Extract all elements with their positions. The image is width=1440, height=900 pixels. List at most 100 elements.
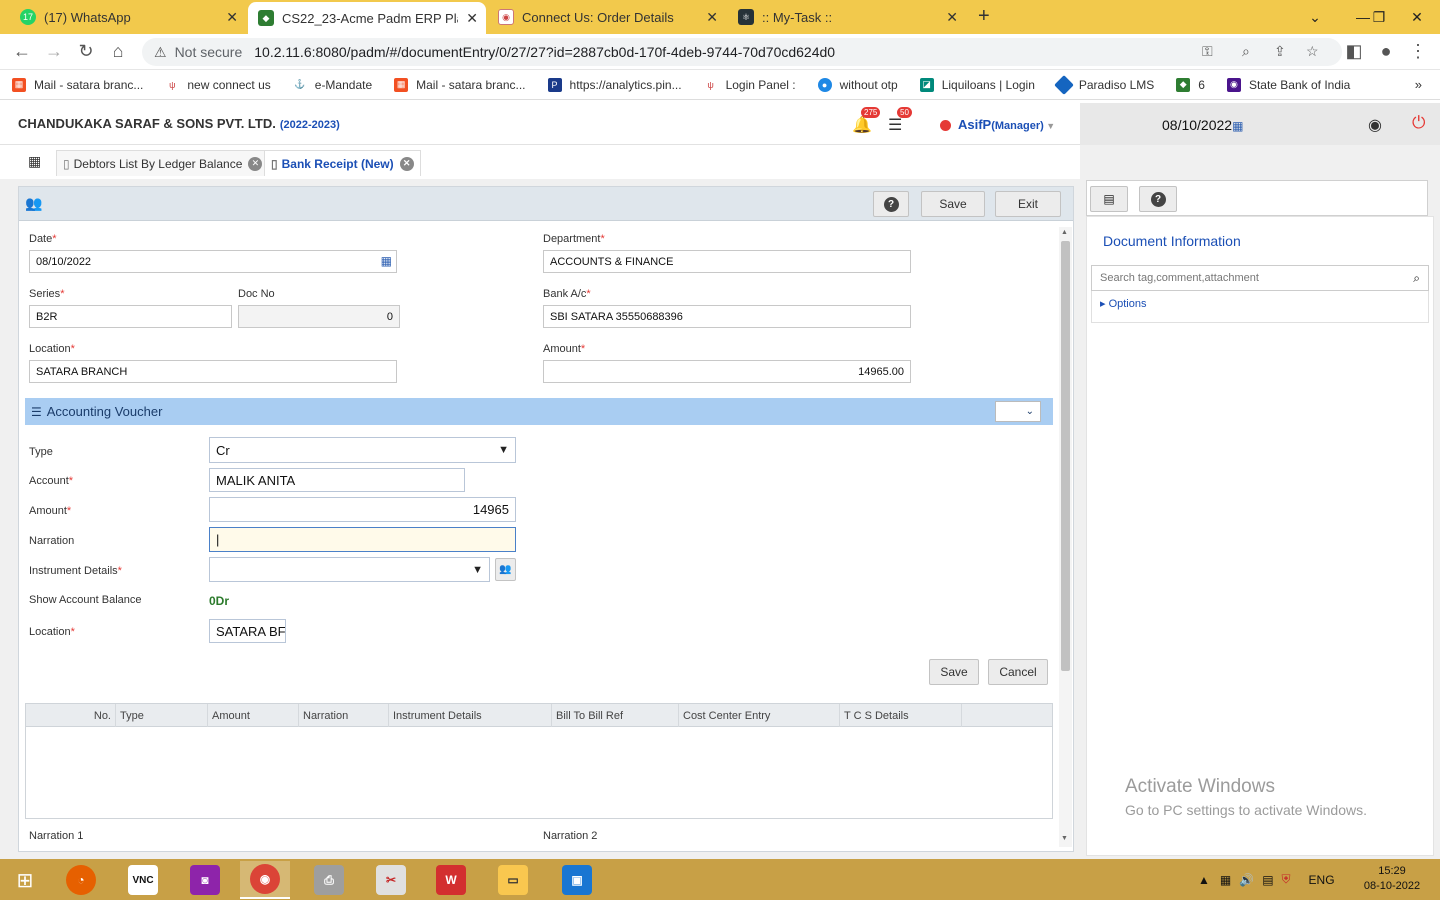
bookmark-item[interactable]: ψ new connect us [165,77,271,92]
bookmark-item[interactable]: ◆ 6 [1176,77,1205,92]
narration-field[interactable]: | [209,527,516,552]
url-text[interactable]: 10.2.11.6:8080/padm/#/documentEntry/0/27… [254,44,835,60]
browser-tab-whatsapp[interactable]: 17 (17) WhatsApp ✕ [10,0,246,34]
key-icon[interactable]: ⚿ [1202,43,1213,60]
back-icon[interactable]: ← [10,41,34,62]
bookmark-star-icon[interactable]: ☆ [1306,43,1319,60]
system-clock[interactable]: 15:29 08-10-2022 [1360,864,1424,894]
taskbar-tools[interactable]: ✂ [366,861,416,899]
tray-app-icon[interactable]: ▦ [1220,873,1231,887]
location-field[interactable]: SATARA BRANCH [29,360,397,383]
tray-expand-icon[interactable]: ▲ [1198,873,1210,887]
new-tab-icon[interactable]: + [978,5,990,28]
menu-kebab-icon[interactable]: ⋮ [1406,41,1430,62]
close-icon[interactable]: ✕ [226,9,238,26]
start-button[interactable]: ⊞ [0,861,50,899]
close-icon[interactable]: ✕ [466,10,478,27]
bookmark-item[interactable]: Paradiso LMS [1053,74,1154,95]
calendar-icon[interactable]: ▦ [381,254,392,268]
bank-account-field[interactable]: SBI SATARA 35550688396 [543,305,911,328]
document-icon: ▯ [63,156,70,171]
date-field[interactable]: 08/10/2022 ▦ [29,250,397,273]
instrument-select[interactable]: ▼ [209,557,490,582]
tab-bank-receipt[interactable]: ▯ Bank Receipt (New) ✕ [264,150,421,176]
apps-grid-icon[interactable]: ▦ [28,153,41,170]
more-bookmarks-icon[interactable]: » [1415,77,1422,92]
form-scrollbar[interactable]: ▲ ▼ [1059,227,1072,847]
doc-help-button[interactable]: ? [1139,186,1177,212]
bookmark-item[interactable]: Phttps://analytics.pin... [547,77,682,92]
bookmark-item[interactable]: ◉ State Bank of India [1226,77,1350,92]
doc-search-input[interactable]: Search tag,comment,attachment ⌕ [1091,265,1429,291]
account-label: Account* [29,475,74,487]
language-indicator[interactable]: ENG [1309,873,1335,887]
taskbar-chrome[interactable]: ◉ [240,861,290,899]
taskbar-firefox[interactable]: ◔ [56,861,106,899]
taskbar-vnc[interactable]: VNC [118,861,168,899]
type-select[interactable]: Cr ▼ [209,437,516,463]
forward-icon[interactable]: → [42,41,66,62]
save-button[interactable]: Save [921,191,985,217]
taskbar-remote-desktop[interactable]: ▣ [552,861,602,899]
series-field[interactable]: B2R [29,305,232,328]
zoom-icon[interactable]: ⌕ [1242,43,1250,60]
header-date[interactable]: 08/10/2022▦ [1162,117,1243,133]
network-icon[interactable]: ▤ [1262,873,1273,887]
browser-tab-connect-us[interactable]: ◉ Connect Us: Order Details ✕ [488,0,726,34]
amount-field[interactable]: 14965.00 [543,360,911,383]
taskbar-wps[interactable]: W [426,861,476,899]
taskbar-camera[interactable]: ◙ [180,861,230,899]
taskbar-file-explorer[interactable]: ▭ [488,861,538,899]
hide-eye-icon[interactable]: ◉ [1368,115,1382,135]
window-close-icon[interactable]: ✕ [1394,0,1440,34]
scroll-down-icon[interactable]: ▼ [1061,835,1068,842]
column-header: Type [116,704,208,727]
voucher-location-field[interactable]: SATARA BF [209,619,286,643]
security-status[interactable]: Not secure [175,44,243,60]
close-icon[interactable]: ✕ [248,156,263,171]
bookmark-item[interactable]: ▦ Mail - satara branc... [394,77,526,92]
home-icon[interactable]: ⌂ [106,41,130,62]
instrument-lookup-button[interactable]: 👥 [495,558,516,581]
close-icon[interactable]: ✕ [946,9,958,26]
share-icon[interactable]: ⇪ [1274,43,1286,60]
reload-icon[interactable]: ↻ [74,41,98,62]
department-field[interactable]: ACCOUNTS & FINANCE [543,250,911,273]
help-button[interactable]: ? [873,191,909,217]
volume-icon[interactable]: 🔊 [1239,873,1254,887]
scrollbar-thumb[interactable] [1061,241,1070,671]
doc-no-field[interactable]: 0 [238,305,400,328]
notebook-button[interactable]: ▤ [1090,186,1128,212]
profile-avatar-icon[interactable]: ● [1374,41,1398,62]
tab-debtors-list[interactable]: ▯ Debtors List By Ledger Balance ✕ [56,150,270,176]
close-icon[interactable]: ✕ [399,156,414,171]
voucher-mode-select[interactable]: ⌄ [995,401,1041,422]
search-icon[interactable]: ⌕ [1413,271,1420,286]
power-icon[interactable]: ⏻ [1412,113,1425,133]
voucher-cancel-button[interactable]: Cancel [988,659,1048,685]
tab-search-icon[interactable]: ⌄ [1292,0,1338,34]
url-field[interactable]: ⚠ Not secure 10.2.11.6:8080/padm/#/docum… [142,38,1342,66]
taskbar-printer[interactable]: ⎙ [304,861,354,899]
browser-tab-my-task[interactable]: ⚛ :: My-Task :: ✕ [728,0,966,34]
exit-button[interactable]: Exit [995,191,1061,217]
calendar-icon[interactable]: ▦ [1232,119,1243,133]
sidebar-toggle-icon[interactable]: ◧ [1342,41,1366,62]
close-icon[interactable]: ✕ [706,9,718,26]
scroll-up-icon[interactable]: ▲ [1061,229,1068,236]
voucher-amount-field[interactable]: 14965 [209,497,516,522]
user-menu[interactable]: AsifP(Manager) ▼ [958,117,1055,132]
task-list-icon[interactable]: ☰ [888,115,902,135]
account-field[interactable]: MALIK ANITA [209,468,465,492]
voucher-save-button[interactable]: Save [929,659,979,685]
bookmark-item[interactable]: ◪ Liquiloans | Login [919,77,1035,92]
warning-icon[interactable]: ⚠ [154,44,167,61]
bookmark-item[interactable]: ψ Login Panel : [703,77,796,92]
security-alert-icon[interactable]: ⛨ [1282,872,1291,887]
browser-tab-erp[interactable]: ◆ CS22_23-Acme Padm ERP Platfor ✕ [248,2,486,34]
bookmark-item[interactable]: ▦ Mail - satara branc... [12,77,143,92]
bookmark-item[interactable]: ● without otp [817,77,898,92]
bookmark-item[interactable]: ⚓ e-Mandate [292,77,372,92]
options-toggle[interactable]: ▸ Options [1091,291,1429,323]
notification-bell-icon[interactable]: 🔔 [852,115,872,135]
